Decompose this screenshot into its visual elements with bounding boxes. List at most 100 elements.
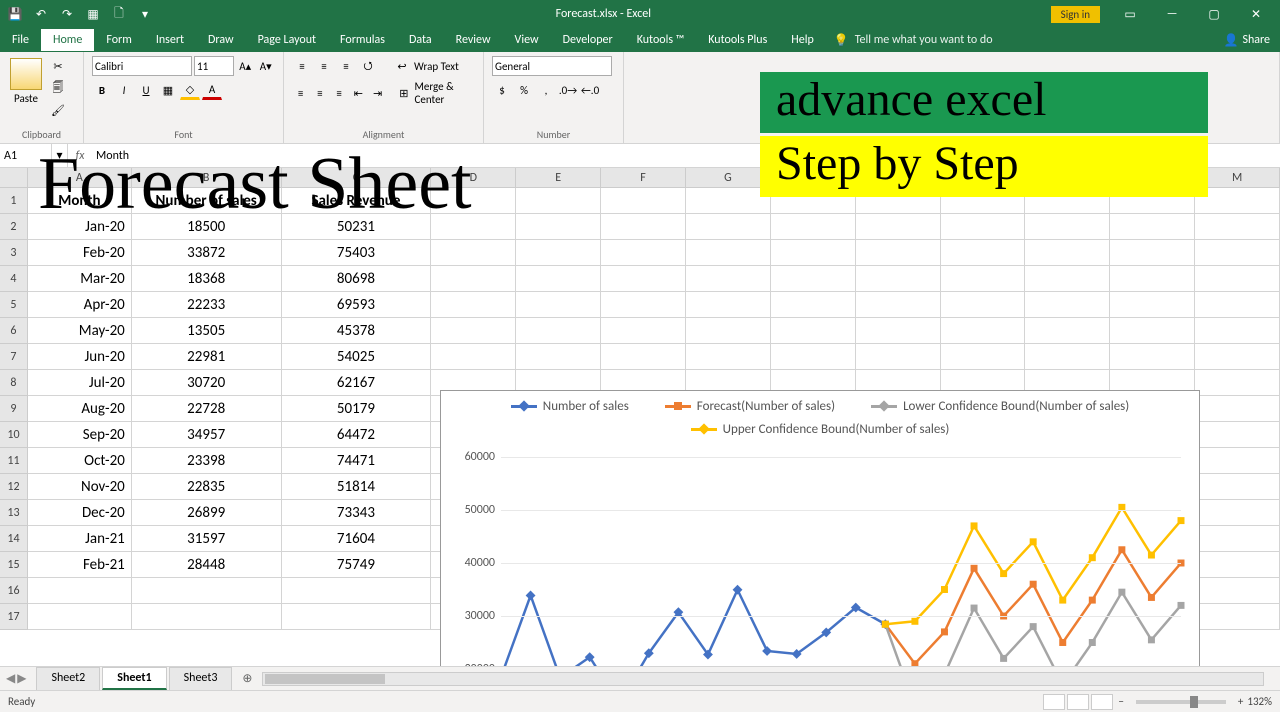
number-format-combo[interactable] bbox=[492, 56, 612, 76]
cell[interactable] bbox=[941, 292, 1026, 318]
align-left-icon[interactable]: ≡ bbox=[292, 83, 309, 103]
cell[interactable] bbox=[1025, 266, 1110, 292]
cell[interactable] bbox=[1110, 344, 1195, 370]
cell[interactable] bbox=[941, 240, 1026, 266]
cell[interactable]: Jan-21 bbox=[28, 526, 132, 552]
signin-button[interactable]: Sign in bbox=[1051, 6, 1100, 23]
cell[interactable] bbox=[282, 578, 432, 604]
font-size-combo[interactable] bbox=[194, 56, 234, 76]
tab-formulas[interactable]: Formulas bbox=[328, 29, 397, 51]
row-header[interactable]: 15 bbox=[0, 552, 28, 578]
row-header[interactable]: 8 bbox=[0, 370, 28, 396]
sheet-tab-sheet1[interactable]: Sheet1 bbox=[102, 667, 166, 690]
tab-draw[interactable]: Draw bbox=[196, 29, 246, 51]
sheet-tab-sheet3[interactable]: Sheet3 bbox=[169, 667, 233, 690]
cell[interactable] bbox=[1025, 292, 1110, 318]
cell[interactable] bbox=[1195, 526, 1280, 552]
italic-button[interactable]: I bbox=[114, 80, 134, 100]
qat-dd-icon[interactable]: ▾ bbox=[134, 3, 156, 25]
cell[interactable] bbox=[771, 266, 856, 292]
cell[interactable]: 51814 bbox=[282, 474, 432, 500]
cell[interactable]: 13505 bbox=[132, 318, 282, 344]
increase-decimal-icon[interactable]: .0→ bbox=[558, 80, 578, 100]
ribbon-options-icon[interactable]: ▭ bbox=[1110, 0, 1150, 28]
cell[interactable] bbox=[431, 344, 516, 370]
align-top-icon[interactable]: ≡ bbox=[292, 56, 312, 76]
minimize-icon[interactable]: — bbox=[1152, 0, 1192, 28]
tab-insert[interactable]: Insert bbox=[144, 29, 196, 51]
cell[interactable]: 26899 bbox=[132, 500, 282, 526]
cell[interactable] bbox=[1195, 240, 1280, 266]
indent-dec-icon[interactable]: ⇤ bbox=[350, 83, 367, 103]
cell[interactable]: 74471 bbox=[282, 448, 432, 474]
cell[interactable] bbox=[686, 266, 771, 292]
percent-icon[interactable]: % bbox=[514, 80, 534, 100]
cell[interactable] bbox=[1195, 214, 1280, 240]
select-all-corner[interactable] bbox=[0, 168, 28, 188]
cell[interactable]: 30720 bbox=[132, 370, 282, 396]
column-header-G[interactable]: G bbox=[686, 168, 771, 188]
copy-icon[interactable]: 🗐 bbox=[48, 78, 68, 98]
cell[interactable] bbox=[1195, 318, 1280, 344]
cell[interactable] bbox=[431, 292, 516, 318]
cell[interactable]: 69593 bbox=[282, 292, 432, 318]
tab-help[interactable]: Help bbox=[779, 29, 826, 51]
row-header[interactable]: 16 bbox=[0, 578, 28, 604]
wrap-icon[interactable]: ↩ bbox=[392, 56, 412, 76]
column-header-F[interactable]: F bbox=[601, 168, 686, 188]
row-header[interactable]: 7 bbox=[0, 344, 28, 370]
tellme-field[interactable]: 💡 Tell me what you want to do bbox=[834, 33, 993, 48]
cell[interactable]: 22728 bbox=[132, 396, 282, 422]
cell[interactable] bbox=[856, 344, 941, 370]
cell[interactable]: Sep-20 bbox=[28, 422, 132, 448]
align-center-icon[interactable]: ≡ bbox=[311, 83, 328, 103]
row-header[interactable]: 4 bbox=[0, 266, 28, 292]
cell[interactable] bbox=[1195, 578, 1280, 604]
row-header[interactable]: 9 bbox=[0, 396, 28, 422]
cell[interactable] bbox=[431, 240, 516, 266]
cell[interactable]: Dec-20 bbox=[28, 500, 132, 526]
cell[interactable] bbox=[1195, 552, 1280, 578]
cell[interactable] bbox=[686, 344, 771, 370]
currency-icon[interactable]: $ bbox=[492, 80, 512, 100]
row-header[interactable]: 5 bbox=[0, 292, 28, 318]
shrink-font-icon[interactable]: A▾ bbox=[257, 56, 276, 76]
cell[interactable] bbox=[686, 292, 771, 318]
grow-font-icon[interactable]: A▴ bbox=[236, 56, 255, 76]
cell[interactable] bbox=[1195, 448, 1280, 474]
zoom-in-icon[interactable]: + bbox=[1238, 695, 1243, 708]
cell[interactable]: Apr-20 bbox=[28, 292, 132, 318]
redo-icon[interactable]: ↷ bbox=[56, 3, 78, 25]
cell[interactable] bbox=[771, 214, 856, 240]
cell[interactable]: Feb-20 bbox=[28, 240, 132, 266]
cell[interactable] bbox=[686, 214, 771, 240]
indent-inc-icon[interactable]: ⇥ bbox=[369, 83, 386, 103]
cell[interactable] bbox=[771, 240, 856, 266]
cell[interactable] bbox=[132, 604, 282, 630]
cell[interactable] bbox=[1195, 266, 1280, 292]
cell[interactable] bbox=[856, 318, 941, 344]
cell[interactable]: 50179 bbox=[282, 396, 432, 422]
cell[interactable] bbox=[1195, 604, 1280, 630]
undo-icon[interactable]: ↶ bbox=[30, 3, 52, 25]
cell[interactable] bbox=[1195, 422, 1280, 448]
cell[interactable] bbox=[856, 214, 941, 240]
qat-print-icon[interactable]: 🗋 bbox=[108, 3, 130, 25]
cell[interactable]: 23398 bbox=[132, 448, 282, 474]
cell[interactable] bbox=[941, 344, 1026, 370]
cell[interactable] bbox=[1110, 240, 1195, 266]
row-header[interactable]: 6 bbox=[0, 318, 28, 344]
cell[interactable]: May-20 bbox=[28, 318, 132, 344]
row-header[interactable]: 17 bbox=[0, 604, 28, 630]
row-header[interactable]: 10 bbox=[0, 422, 28, 448]
cell[interactable] bbox=[686, 240, 771, 266]
sheet-nav-prev-icon[interactable]: ◀ bbox=[6, 671, 15, 686]
cell[interactable] bbox=[431, 318, 516, 344]
cell[interactable] bbox=[1195, 292, 1280, 318]
cell[interactable] bbox=[1195, 500, 1280, 526]
cell[interactable] bbox=[516, 292, 601, 318]
cell[interactable] bbox=[601, 214, 686, 240]
cell[interactable] bbox=[1110, 318, 1195, 344]
view-page-layout-icon[interactable] bbox=[1067, 694, 1089, 710]
tab-form[interactable]: Form bbox=[94, 29, 143, 51]
